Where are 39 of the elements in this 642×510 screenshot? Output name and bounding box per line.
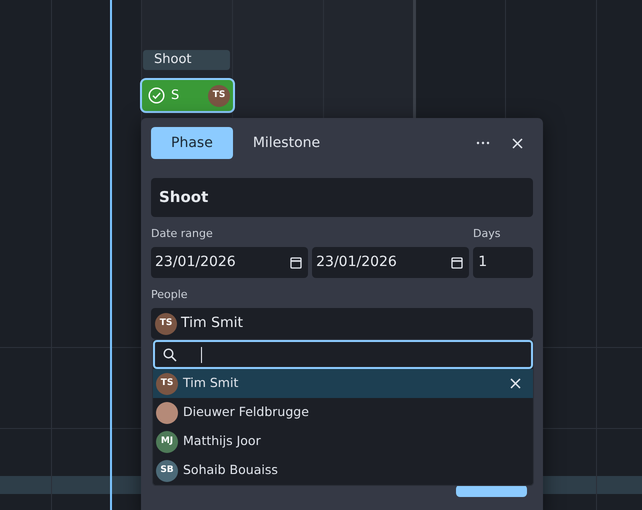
button[interactable] (456, 485, 527, 497)
avatar: TS (208, 84, 230, 106)
phase-bar-text: S (171, 86, 180, 105)
avatar: SB (156, 460, 178, 482)
phase-label[interactable]: Shoot (143, 50, 230, 70)
person-option[interactable]: MJ Matthijs Joor (153, 427, 533, 456)
remove-icon[interactable] (510, 378, 521, 389)
date-field[interactable]: 23/01/2026 (312, 246, 470, 278)
people-field[interactable]: TS Tim Smit (151, 308, 533, 339)
field-label: People (151, 286, 189, 302)
tab[interactable]: Phase (151, 127, 233, 159)
field-label: Days (473, 226, 502, 242)
phase-bar[interactable]: S TS (141, 79, 234, 112)
person-option[interactable]: SB Sohaib Bouaiss (153, 456, 533, 485)
more-icon[interactable] (476, 141, 490, 145)
calendar-icon[interactable] (451, 256, 464, 268)
avatar: MJ (156, 430, 178, 452)
date-value: 23/01/2026 (316, 252, 398, 272)
name-field[interactable]: Shoot (151, 178, 533, 217)
avatar: TS (155, 312, 177, 334)
date-field[interactable]: 23/01/2026 (151, 246, 308, 278)
person-option[interactable]: Dieuwer Feldbrugge (153, 398, 533, 427)
search-icon (163, 348, 177, 362)
person-name: Tim Smit (183, 374, 240, 392)
tab[interactable]: Milestone (232, 127, 340, 159)
date-value: 23/01/2026 (155, 252, 237, 272)
calendar-icon[interactable] (290, 256, 302, 268)
text-cursor (201, 346, 202, 362)
person-name: Sohaib Bouaiss (183, 461, 279, 480)
photo-placeholder (156, 402, 178, 424)
field-label: Date range (151, 226, 214, 242)
avatar: TS (156, 372, 178, 394)
close-icon[interactable] (512, 138, 523, 148)
person-name: Matthijs Joor (183, 432, 262, 450)
days-field[interactable]: 1 (473, 246, 533, 278)
person-option[interactable]: TS Tim Smit (153, 369, 533, 398)
person-name: Tim Smit (181, 314, 244, 333)
search-field[interactable] (153, 340, 533, 369)
person-name: Dieuwer Feldbrugge (183, 403, 310, 422)
